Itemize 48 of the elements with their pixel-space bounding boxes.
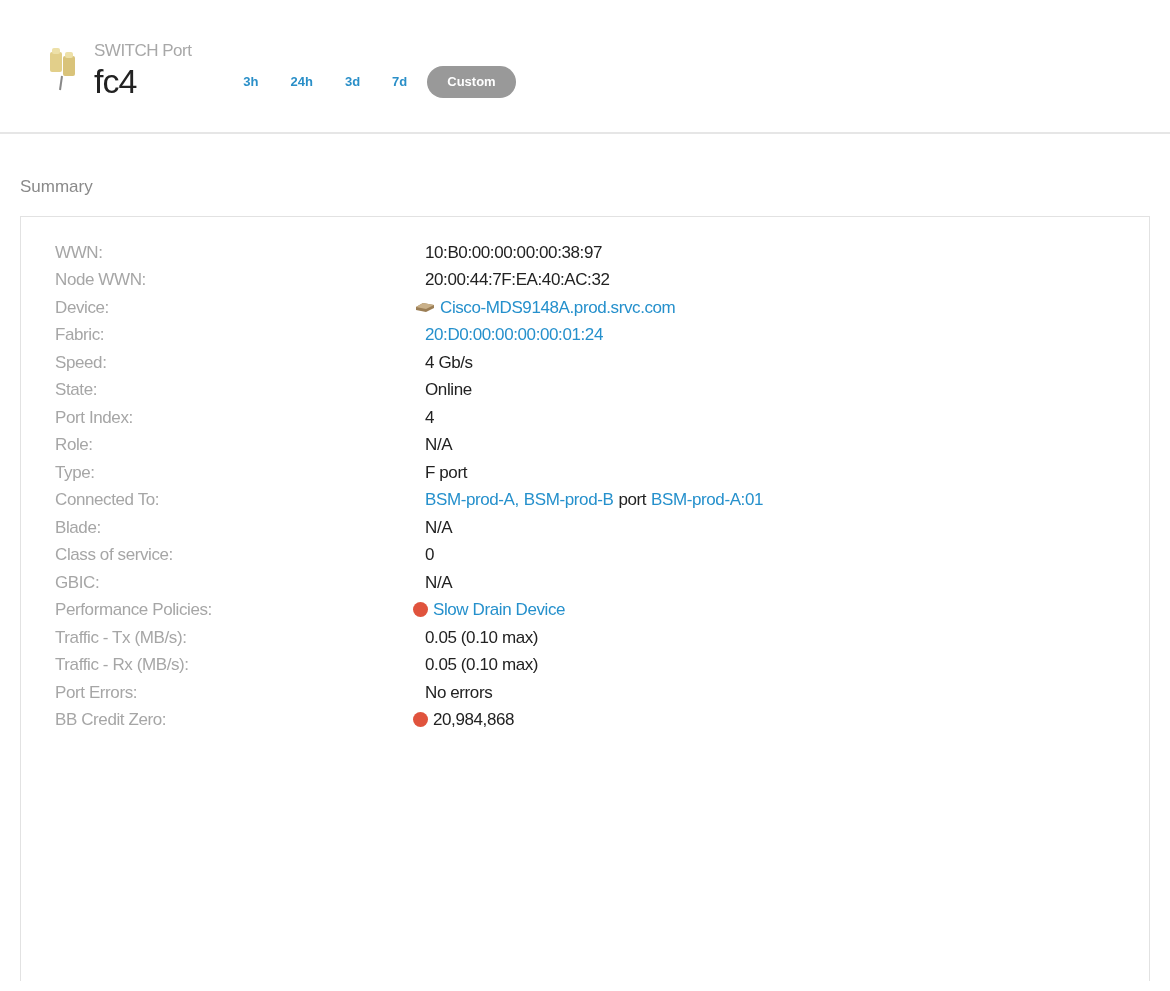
field-value: 0.05 (0.10 max) — [425, 626, 539, 649]
time-range-button[interactable]: Custom — [427, 66, 516, 98]
field-value: 4 — [425, 406, 435, 429]
field-value: 4 Gb/s — [425, 351, 473, 374]
field-label: Connected To: — [55, 489, 161, 511]
field-value: 10:B0:00:00:00:00:38:97 — [425, 241, 603, 264]
value-link[interactable]: Cisco-MDS9148A.prod.srvc.com — [440, 294, 676, 320]
field-label: Node WWN: — [55, 269, 147, 291]
field-label: State: — [55, 379, 99, 401]
field-label: GBIC: — [55, 571, 101, 594]
value-link[interactable]: BSM-prod-B — [523, 487, 614, 513]
time-range-button[interactable]: 24h — [278, 67, 325, 97]
time-range-button[interactable]: 7d — [380, 67, 420, 97]
page-title: fc4 — [94, 63, 137, 98]
field-label: Performance Policies: — [55, 599, 213, 621]
field-label: Traffic - Rx (MB/s): — [55, 654, 190, 676]
section-heading: Summary — [20, 176, 94, 198]
field-value: 20:00:44:7F:EA:40:AC:32 — [425, 269, 610, 291]
field-label: Fabric: — [55, 324, 106, 346]
field-value: 0 — [425, 544, 435, 566]
field-value: port — [618, 489, 647, 511]
field-label: WWN: — [55, 241, 104, 264]
value-link[interactable]: 20:D0:00:00:00:00:01:24 — [425, 322, 603, 348]
device-icon — [415, 301, 435, 314]
field-label: Speed: — [55, 351, 108, 374]
field-label: Traffic - Tx (MB/s): — [55, 626, 188, 649]
field-value: 0.05 (0.10 max) — [425, 654, 539, 676]
field-value: No errors — [425, 681, 493, 704]
field-label: Type: — [55, 461, 96, 484]
field-label: BB Credit Zero: — [55, 709, 168, 731]
field-label: Port Errors: — [55, 681, 139, 704]
value-link[interactable]: BSM-prod-A, — [425, 487, 519, 513]
page-subtitle: SWITCH Port — [94, 40, 193, 62]
field-label: Class of service: — [55, 544, 174, 566]
field-label: Blade: — [55, 516, 102, 539]
field-value: F port — [425, 461, 467, 484]
field-value: 20,984,868 — [433, 709, 515, 731]
value-link[interactable]: BSM-prod-A:01 — [651, 487, 764, 513]
field-label: Role: — [55, 434, 94, 456]
field-value: N/A — [425, 434, 453, 456]
field-label: Device: — [55, 296, 110, 319]
field-label: Port Index: — [55, 406, 134, 429]
field-value: Online — [425, 379, 472, 401]
value-link[interactable]: Slow Drain Device — [433, 597, 566, 623]
field-value: N/A — [425, 571, 453, 594]
field-value: N/A — [425, 516, 453, 539]
time-range-button[interactable]: 3h — [231, 67, 271, 97]
time-range-button[interactable]: 3d — [332, 67, 373, 97]
